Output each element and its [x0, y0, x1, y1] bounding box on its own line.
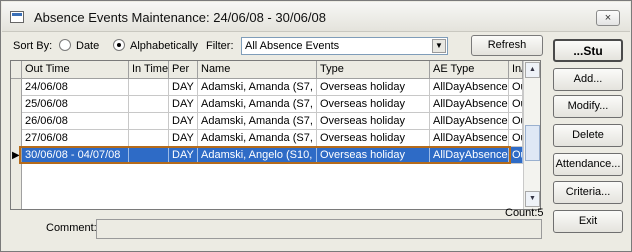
exit-button[interactable]: Exit	[553, 210, 623, 233]
cell-type: Overseas holiday	[317, 130, 430, 147]
absence-events-window: Absence Events Maintenance: 24/06/08 - 3…	[0, 0, 632, 252]
cell-type: Overseas holiday	[317, 113, 430, 130]
cell-name: Adamski, Amanda (S7, )	[198, 79, 317, 96]
attendance-label: Attendance...	[555, 158, 621, 170]
cell-in: Ou	[509, 96, 523, 113]
cell-in-time	[129, 113, 169, 130]
cell-in: Ou	[509, 79, 523, 96]
cell-name: Adamski, Amanda (S7, )	[198, 113, 317, 130]
stu-label: ...Stu	[573, 44, 603, 58]
table-row[interactable]: 25/06/08 DAY Adamski, Amanda (S7, ) Over…	[22, 96, 523, 113]
cell-name: Adamski, Amanda (S7, )	[198, 130, 317, 147]
exit-label: Exit	[578, 215, 598, 227]
cell-type: Overseas holiday	[317, 147, 430, 164]
criteria-button[interactable]: Criteria...	[553, 181, 623, 204]
sort-alphabetically-radio[interactable]	[113, 39, 125, 51]
column-header-in[interactable]: In/	[509, 61, 523, 79]
scroll-thumb[interactable]	[525, 125, 540, 161]
cell-in: Ou	[509, 113, 523, 130]
cell-ae-type: AllDayAbsence	[430, 79, 509, 96]
scroll-up-icon[interactable]: ▲	[525, 62, 540, 78]
cell-in-time	[129, 96, 169, 113]
row-selector-header	[11, 61, 22, 79]
sort-date-radio[interactable]	[59, 39, 71, 51]
cell-type: Overseas holiday	[317, 79, 430, 96]
cell-name: Adamski, Amanda (S7, )	[198, 96, 317, 113]
record-count: Count:5	[505, 207, 544, 219]
column-header-ae-type[interactable]: AE Type	[430, 61, 509, 79]
cell-out-time: 27/06/08	[22, 130, 129, 147]
sort-alphabetically-label[interactable]: Alphabetically	[130, 40, 198, 52]
column-header-per[interactable]: Per	[169, 61, 198, 79]
cell-in-time	[129, 130, 169, 147]
cell-ae-type: AllDayAbsence	[430, 113, 509, 130]
cell-per: DAY	[169, 130, 198, 147]
vertical-scrollbar[interactable]: ▲ ▼	[523, 61, 540, 209]
table-row-selected[interactable]: 30/06/08 - 04/07/08 DAY Adamski, Angelo …	[22, 147, 523, 164]
delete-label: Delete	[572, 129, 604, 141]
criteria-label: Criteria...	[565, 186, 611, 198]
table-row[interactable]: 24/06/08 DAY Adamski, Amanda (S7, ) Over…	[22, 79, 523, 96]
cell-per: DAY	[169, 96, 198, 113]
cell-in: Ou	[509, 130, 523, 147]
cell-out-time: 26/06/08	[22, 113, 129, 130]
cell-ae-type: AllDayAbsence	[430, 130, 509, 147]
cell-type: Overseas holiday	[317, 96, 430, 113]
column-header-name[interactable]: Name	[198, 61, 317, 79]
column-header-in-time[interactable]: In Time	[129, 61, 169, 79]
modify-label: Modify...	[567, 100, 609, 112]
delete-button[interactable]: Delete	[553, 124, 623, 147]
column-header-out-time[interactable]: Out Time	[22, 61, 129, 79]
cell-out-time: 30/06/08 - 04/07/08	[22, 147, 129, 164]
filter-select[interactable]: All Absence Events ▼	[241, 37, 448, 55]
scroll-down-icon[interactable]: ▼	[525, 191, 540, 207]
attendance-button[interactable]: Attendance...	[553, 153, 623, 176]
table-row[interactable]: 26/06/08 DAY Adamski, Amanda (S7, ) Over…	[22, 113, 523, 130]
sort-date-label[interactable]: Date	[76, 40, 99, 52]
window-icon	[10, 11, 24, 23]
refresh-button[interactable]: Refresh	[471, 35, 543, 56]
filter-label: Filter:	[206, 40, 234, 52]
title-bar: Absence Events Maintenance: 24/06/08 - 3…	[2, 2, 630, 32]
cell-in-time	[129, 79, 169, 96]
column-header-type[interactable]: Type	[317, 61, 430, 79]
current-row-pointer-icon: ▶	[12, 150, 20, 161]
cell-ae-type: AllDayAbsence	[430, 147, 509, 164]
window-title: Absence Events Maintenance: 24/06/08 - 3…	[34, 10, 326, 25]
sort-by-label: Sort By:	[13, 40, 53, 52]
cell-per: DAY	[169, 79, 198, 96]
toolbar: Sort By: Date Alphabetically Filter: All…	[1, 35, 543, 57]
filter-value: All Absence Events	[245, 40, 340, 52]
table-row[interactable]: 27/06/08 DAY Adamski, Amanda (S7, ) Over…	[22, 130, 523, 147]
cell-in-time	[129, 147, 169, 164]
cell-in: Ou	[509, 147, 523, 164]
cell-ae-type: AllDayAbsence	[430, 96, 509, 113]
refresh-label: Refresh	[487, 39, 527, 51]
absence-events-grid[interactable]: Out Time In Time Per Name Type AE Type I…	[10, 60, 541, 210]
modify-button[interactable]: Modify...	[553, 95, 623, 118]
stu-button[interactable]: ...Stu	[553, 39, 623, 62]
close-button[interactable]: ×	[596, 10, 620, 26]
add-button[interactable]: Add...	[553, 68, 623, 91]
comment-label: Comment:	[46, 222, 97, 234]
comment-field[interactable]	[96, 219, 542, 239]
cell-out-time: 25/06/08	[22, 96, 129, 113]
cell-name: Adamski, Angelo (S10, B	[198, 147, 317, 164]
row-selector-column	[11, 79, 22, 209]
chevron-down-icon[interactable]: ▼	[432, 39, 446, 53]
cell-per: DAY	[169, 147, 198, 164]
cell-out-time: 24/06/08	[22, 79, 129, 96]
add-label: Add...	[573, 73, 603, 85]
grid-header: Out Time In Time Per Name Type AE Type I…	[11, 61, 523, 79]
cell-per: DAY	[169, 113, 198, 130]
